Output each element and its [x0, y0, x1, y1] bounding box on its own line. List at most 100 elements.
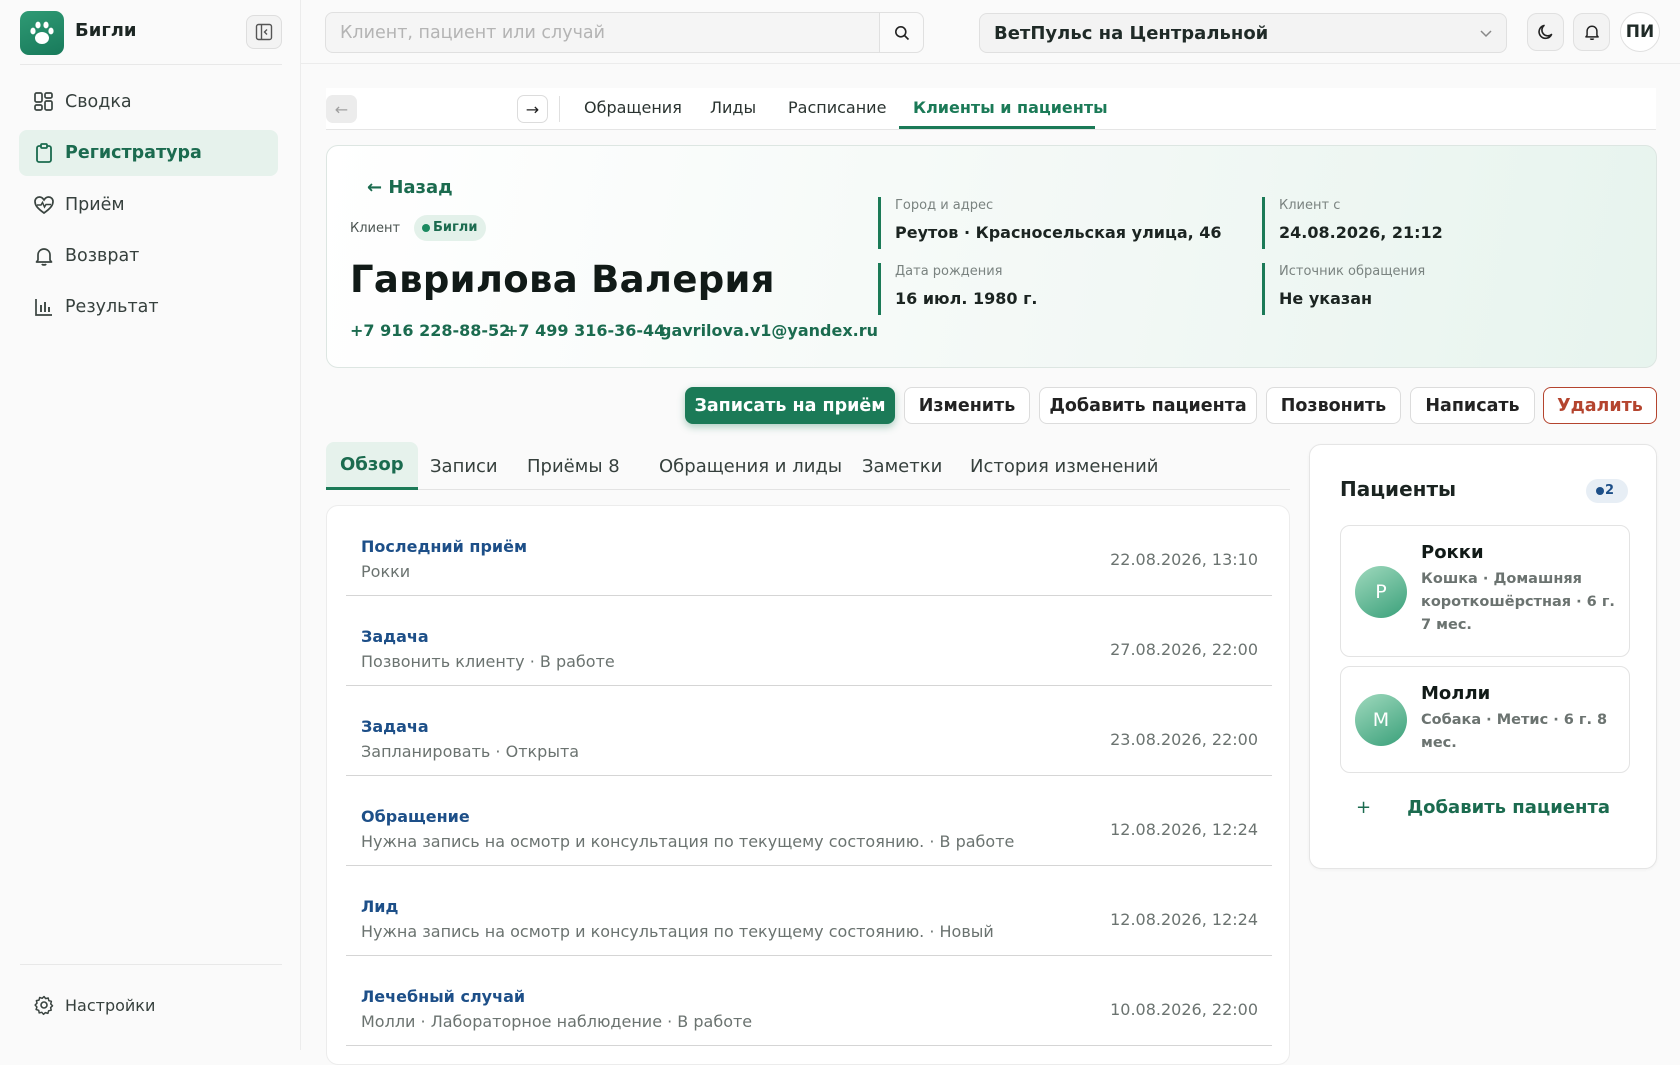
paw-icon[interactable] — [20, 11, 64, 55]
tab-records[interactable]: Записи — [416, 442, 512, 490]
global-search — [325, 12, 924, 53]
phone-link-2[interactable]: +7 499 316-36-44 — [505, 321, 665, 340]
patients-panel: Пациенты 2 Р Рокки Кошка · Домашняя коро… — [1309, 444, 1657, 869]
info-label: Источник обращения — [1279, 264, 1426, 279]
list-item-title[interactable]: Задача — [361, 717, 429, 736]
sidebar-item-summary[interactable]: Сводка — [19, 79, 278, 125]
phone-link-1[interactable]: +7 916 228-88-52 — [350, 321, 510, 340]
user-avatar[interactable]: ПИ — [1620, 12, 1660, 52]
chevron-down-icon — [1480, 30, 1492, 38]
info-label: Дата рождения — [895, 264, 1003, 279]
sidebar-item-result[interactable]: Результат — [19, 284, 278, 330]
info-value: 16 июл. 1980 г. — [895, 289, 1038, 308]
sidebar-divider — [20, 64, 282, 65]
patient-card[interactable]: М Молли Собака · Метис · 6 г. 8 мес. — [1340, 666, 1630, 773]
tabs-divider — [559, 96, 560, 122]
email-link[interactable]: gavrilova.v1@yandex.ru — [660, 321, 878, 340]
sidebar-item-label: Возврат — [65, 246, 140, 266]
list-item-date: 23.08.2026, 22:00 — [1110, 730, 1258, 749]
list-item[interactable]: Задача Запланировать · Открыта 23.08.202… — [346, 686, 1272, 776]
back-link[interactable]: ← Назад — [367, 177, 453, 198]
list-item-subtitle: Рокки — [361, 562, 411, 581]
gear-icon — [34, 995, 54, 1016]
list-item-subtitle: Нужна запись на осмотр и консультация по… — [361, 922, 994, 941]
write-button[interactable]: Написать — [1410, 387, 1535, 424]
tab-change-history[interactable]: История изменений — [956, 442, 1172, 490]
tab-requests-leads[interactable]: Обращения и лиды — [645, 442, 856, 490]
list-item-date: 22.08.2026, 13:10 — [1110, 550, 1258, 569]
settings-label: Настройки — [65, 995, 156, 1015]
list-item[interactable]: Лечебный случай Молли · Лабораторное наб… — [346, 956, 1272, 1046]
delete-button[interactable]: Удалить — [1543, 387, 1657, 424]
moon-icon — [1537, 24, 1552, 40]
sidebar-item-label: Сводка — [65, 92, 132, 112]
list-item-title[interactable]: Лид — [361, 897, 398, 916]
add-patient-link[interactable]: + Добавить пациента — [1356, 797, 1610, 818]
client-name: Гаврилова Валерия — [350, 258, 775, 301]
add-patient-button[interactable]: Добавить пациента — [1039, 387, 1257, 424]
history-back-button[interactable]: ← — [326, 95, 357, 123]
clinic-select-value: ВетПульс на Центральной — [994, 22, 1269, 44]
brand-name: Бигли — [75, 20, 137, 41]
client-header-card: ← Назад Клиент Бигли Гаврилова Валерия +… — [326, 145, 1657, 368]
history-forward-button[interactable]: → — [517, 95, 548, 123]
arrow-right-icon: → — [525, 99, 540, 119]
arrow-left-icon: ← — [334, 99, 349, 119]
list-item-title[interactable]: Задача — [361, 627, 429, 646]
sidebar-item-label: Результат — [65, 297, 159, 317]
list-item-title[interactable]: Обращение — [361, 807, 470, 826]
book-appointment-button[interactable]: Записать на приём — [685, 387, 895, 424]
list-item-title[interactable]: Последний приём — [361, 537, 527, 556]
list-item-title[interactable]: Лечебный случай — [361, 987, 525, 1006]
theme-toggle-button[interactable] — [1527, 13, 1564, 51]
module-tabs: ← → Обращения Лиды Расписание Клиенты и … — [326, 88, 1656, 130]
list-item[interactable]: Задача Позвонить клиенту · В работе 27.0… — [346, 596, 1272, 686]
list-item[interactable]: Последний приём Рокки 22.08.2026, 13:10 — [346, 506, 1272, 596]
tab-overview[interactable]: Обзор — [326, 442, 418, 490]
list-item[interactable]: Лид Нужна запись на осмотр и консультаци… — [346, 866, 1272, 956]
list-item-date: 27.08.2026, 22:00 — [1110, 640, 1258, 659]
patient-avatar: Р — [1355, 566, 1407, 618]
active-tab-indicator — [899, 126, 1095, 129]
sidebar-collapse-button[interactable] — [246, 15, 282, 49]
panel-collapse-icon — [255, 23, 273, 41]
list-item[interactable]: Обращение Нужна запись на осмотр и консу… — [346, 776, 1272, 866]
dashboard-grid-icon — [34, 92, 53, 111]
overview-feed: Последний приём Рокки 22.08.2026, 13:10 … — [326, 505, 1290, 1065]
patients-count-badge: 2 — [1586, 479, 1628, 503]
search-button[interactable] — [879, 13, 923, 52]
tab-leads[interactable]: Лиды — [710, 98, 756, 117]
tab-clients-patients[interactable]: Клиенты и пациенты — [913, 98, 1108, 117]
patient-avatar: М — [1355, 694, 1407, 746]
list-item-subtitle: Позвонить клиенту · В работе — [361, 652, 615, 671]
clinic-badge: Бигли — [414, 215, 487, 241]
info-value: Реутов · Красносельская улица, 46 — [895, 223, 1222, 242]
patient-card[interactable]: Р Рокки Кошка · Домашняя короткошёрстная… — [1340, 525, 1630, 657]
list-item-date: 10.08.2026, 22:00 — [1110, 1000, 1258, 1019]
clipboard-icon — [36, 143, 52, 163]
patient-name: Рокки — [1421, 542, 1484, 563]
notifications-button[interactable] — [1573, 13, 1610, 51]
tab-appointments[interactable]: Приёмы 8 — [513, 442, 634, 490]
heart-pulse-icon — [34, 196, 54, 215]
call-button[interactable]: Позвонить — [1266, 387, 1401, 424]
sidebar-item-settings[interactable]: Настройки — [33, 994, 155, 1016]
info-source: Источник обращения Не указан — [1262, 263, 1425, 315]
info-value: Не указан — [1279, 289, 1373, 308]
bell-icon — [35, 248, 53, 266]
tab-notes[interactable]: Заметки — [848, 442, 956, 490]
tab-schedule[interactable]: Расписание — [788, 98, 886, 117]
search-icon — [894, 25, 909, 40]
sidebar-item-reception[interactable]: Приём — [19, 182, 278, 228]
bar-chart-icon — [35, 299, 52, 316]
search-input[interactable] — [326, 13, 923, 52]
sidebar-divider — [20, 964, 282, 965]
info-birth-date: Дата рождения 16 июл. 1980 г. — [878, 263, 1038, 315]
list-item-subtitle: Нужна запись на осмотр и консультация по… — [361, 832, 1015, 851]
clinic-select[interactable]: ВетПульс на Центральной — [979, 13, 1507, 53]
edit-button[interactable]: Изменить — [904, 387, 1030, 424]
sidebar-item-registry[interactable]: Регистратура — [19, 130, 278, 176]
sidebar-item-return[interactable]: Возврат — [19, 233, 278, 279]
tab-requests[interactable]: Обращения — [584, 98, 682, 117]
info-value: 24.08.2026, 21:12 — [1279, 223, 1443, 242]
